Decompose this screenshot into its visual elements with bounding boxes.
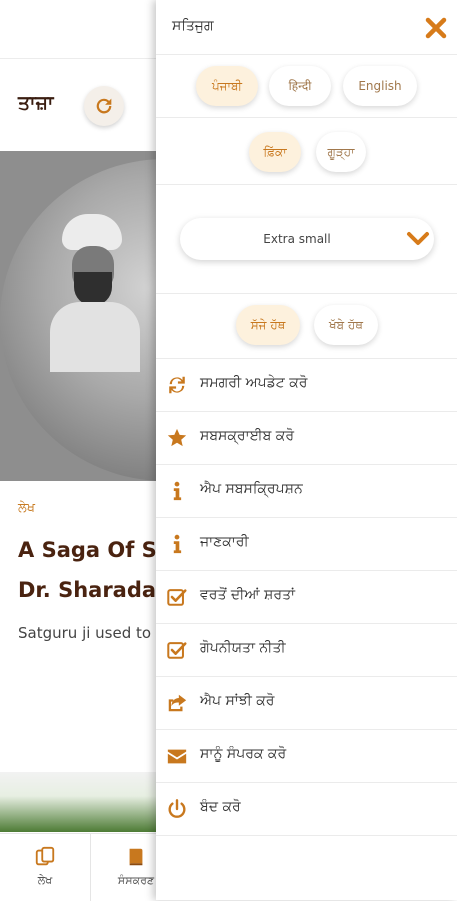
font-size-select[interactable]: Extra small: [180, 218, 434, 260]
language-section: ਪੰਜਾਬੀ हिन्दी English: [156, 55, 457, 118]
menu-terms-of-use[interactable]: ਵਰਤੋਂ ਦੀਆਂ ਸ਼ਰਤਾਂ: [156, 571, 457, 624]
theme-option-dark[interactable]: ਗੂੜ੍ਹਾ: [316, 132, 366, 172]
menu-label: ਐਪ ਸਾਂਝੀ ਕਰੋ: [200, 693, 275, 709]
language-option-english[interactable]: English: [343, 66, 417, 106]
checkbox-icon: [167, 642, 187, 659]
book-icon: [129, 848, 143, 866]
theme-section: ਫ਼ਿੱਕਾ ਗੂੜ੍ਹਾ: [156, 118, 457, 185]
menu-contact-us[interactable]: ਸਾਨੂੰ ਸੰਪਰਕ ਕਰੋ: [156, 730, 457, 783]
drawer-header: ਸਤਿਜੁਗ: [156, 0, 457, 55]
info-icon: [173, 481, 182, 501]
hand-option-left[interactable]: ਖੱਬੇ ਹੱਥ: [314, 305, 378, 345]
menu-share-app[interactable]: ਐਪ ਸਾਂਝੀ ਕਰੋ: [156, 677, 457, 730]
menu-close-app[interactable]: ਬੰਦ ਕਰੋ: [156, 783, 457, 836]
checkbox-icon: [167, 589, 187, 606]
menu-subscribe[interactable]: ਸਬਸਕ੍ਰਾਈਬ ਕਰੋ: [156, 412, 457, 465]
nav-articles[interactable]: ਲੇਖ: [0, 834, 90, 901]
menu-label: ਸਮਗਰੀ ਅਪਡੇਟ ਕਰੋ: [200, 375, 308, 391]
drawer-title: ਸਤਿਜੁਗ: [172, 18, 214, 34]
refresh-button[interactable]: [84, 86, 124, 126]
hand-option-right[interactable]: ਸੱਜੇ ਹੱਥ: [236, 305, 300, 345]
theme-option-light[interactable]: ਫ਼ਿੱਕਾ: [249, 132, 301, 172]
nav-articles-label: ਲੇਖ: [37, 874, 53, 887]
star-icon: [167, 428, 187, 447]
chevron-down-icon: [407, 232, 429, 245]
menu-label: ਜਾਣਕਾਰੀ: [200, 534, 249, 550]
article-category: ਲੇਖ: [18, 501, 36, 516]
language-option-punjabi[interactable]: ਪੰਜਾਬੀ: [196, 66, 258, 106]
power-icon: [168, 799, 186, 818]
articles-icon: [35, 846, 55, 866]
refresh-icon: [96, 98, 112, 114]
latest-title: ਤਾਜ਼ਾ: [18, 92, 54, 114]
font-size-value: Extra small: [263, 232, 331, 246]
menu-app-subscription[interactable]: ਐਪ ਸਬਸਕ੍ਰਿਪਸ਼ਨ: [156, 465, 457, 518]
refresh-icon: [169, 376, 185, 394]
envelope-icon: [167, 749, 187, 764]
settings-drawer: ਸਤਿਜੁਗ ਪੰਜਾਬੀ हिन्दी English ਫ਼ਿੱਕਾ ਗੂੜ੍…: [156, 0, 457, 900]
menu-label: ਬੰਦ ਕਰੋ: [200, 799, 241, 815]
menu-label: ਸਬਸਕ੍ਰਾਈਬ ਕਰੋ: [200, 428, 295, 444]
hand-section: ਸੱਜੇ ਹੱਥ ਖੱਬੇ ਹੱਥ: [156, 294, 457, 359]
share-icon: [168, 694, 187, 712]
close-icon[interactable]: [424, 16, 448, 40]
language-option-hindi[interactable]: हिन्दी: [269, 66, 331, 106]
menu-information[interactable]: ਜਾਣਕਾਰੀ: [156, 518, 457, 571]
menu-update-content[interactable]: ਸਮਗਰੀ ਅਪਡੇਟ ਕਰੋ: [156, 359, 457, 412]
menu-label: ਵਰਤੋਂ ਦੀਆਂ ਸ਼ਰਤਾਂ: [200, 587, 295, 603]
info-icon: [173, 534, 182, 554]
menu-label: ਗੋਪਨੀਯਤਾ ਨੀਤੀ: [200, 640, 286, 656]
menu-label: ਐਪ ਸਬਸਕ੍ਰਿਪਸ਼ਨ: [200, 481, 303, 497]
menu-label: ਸਾਨੂੰ ਸੰਪਰਕ ਕਰੋ: [200, 746, 287, 762]
menu-privacy-policy[interactable]: ਗੋਪਨੀਯਤਾ ਨੀਤੀ: [156, 624, 457, 677]
